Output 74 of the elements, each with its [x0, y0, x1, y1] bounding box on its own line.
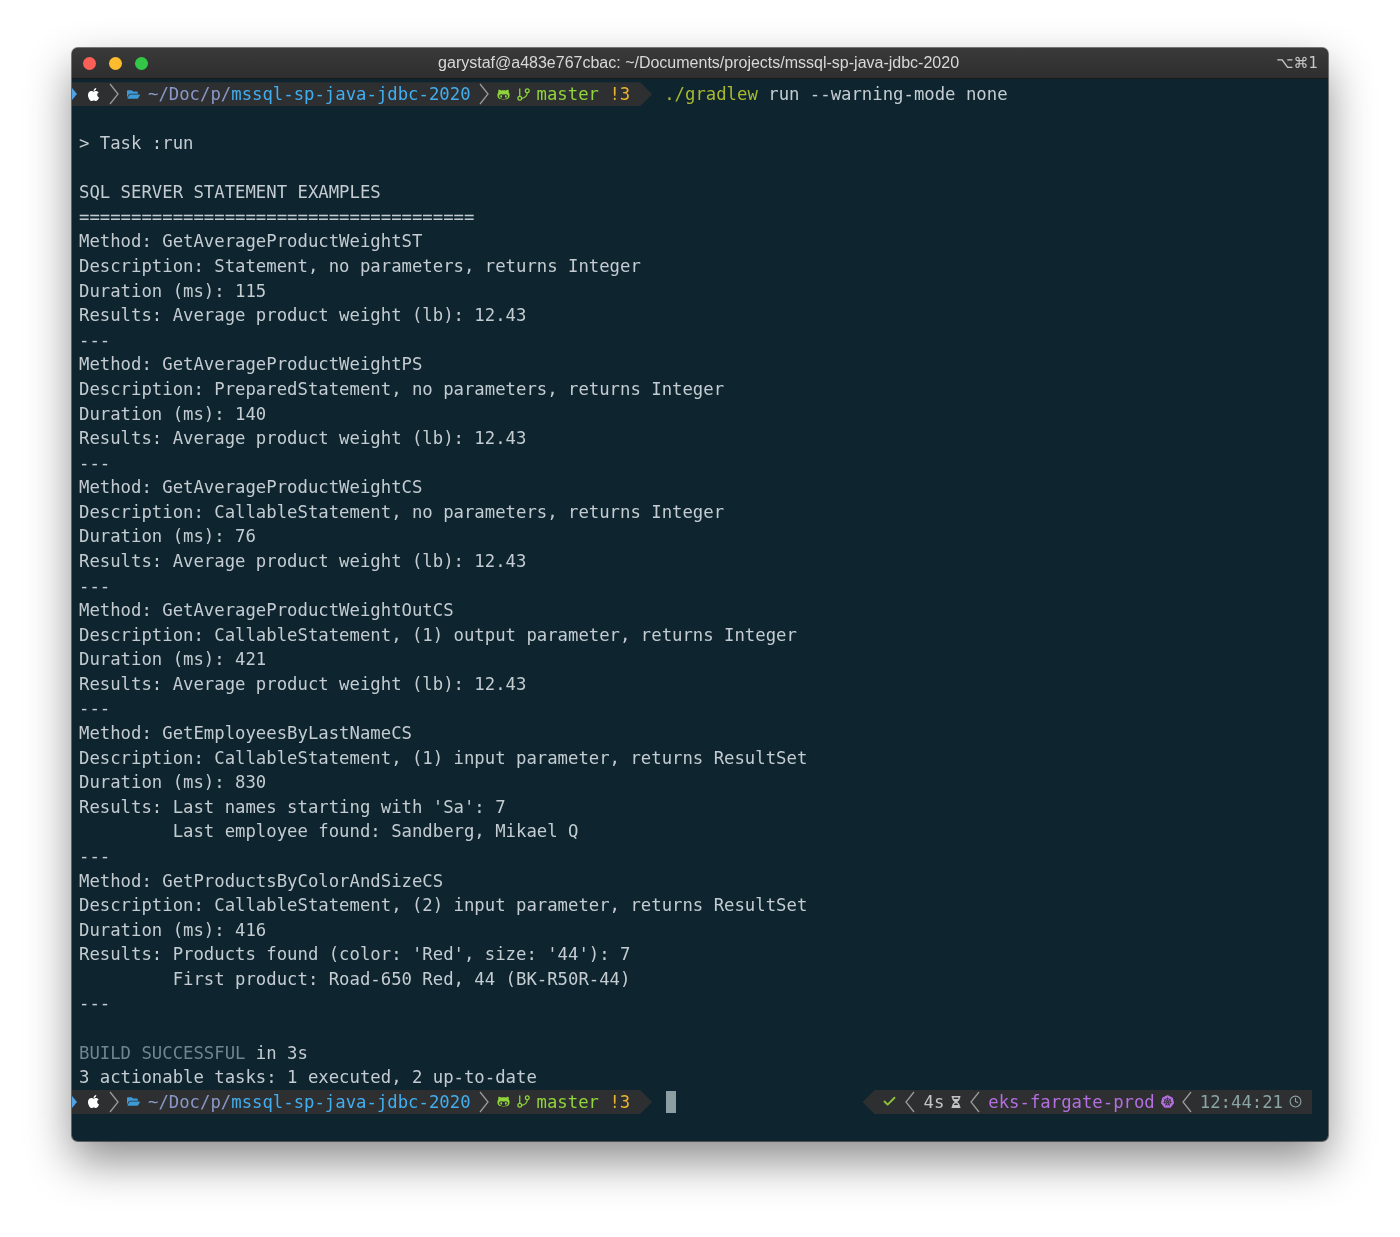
output-line: First product: Road-650 Red, 44 (BK-R50R-44)	[171, 967, 631, 991]
output-line: Last employee found: Sandberg, Mikael Q	[171, 820, 579, 844]
output-line: Results: Average product weight (lb): 12.43	[79, 427, 527, 451]
output-line: Method: GetAverageProductWeightPS	[79, 353, 423, 377]
output-line: Description: CallableStatement, no parameters, returns Integer	[79, 500, 725, 524]
output-line: > Task :run	[79, 132, 194, 156]
wheel-icon	[1160, 1095, 1174, 1109]
apple-icon	[86, 86, 101, 102]
output-line: ---	[79, 992, 111, 1016]
git-status: !3	[609, 1090, 631, 1114]
command-duration: 4s	[923, 1090, 945, 1114]
output-line: ---	[79, 697, 111, 721]
git-branch: master	[536, 1090, 599, 1114]
minimize-button[interactable]	[109, 56, 122, 70]
output-line: Method: GetAverageProductWeightOutCS	[79, 599, 454, 623]
branch-icon	[515, 1094, 531, 1110]
output-line: Description: CallableStatement, (1) input parameter, returns ResultSet	[79, 746, 808, 770]
output-line: SQL SERVER STATEMENT EXAMPLES	[79, 181, 381, 205]
output-line: ---	[79, 328, 111, 352]
zoom-button[interactable]	[135, 56, 148, 70]
clock-icon	[1289, 1095, 1302, 1109]
chevron-separator-icon	[1181, 1091, 1192, 1113]
output-line: Duration (ms): 115	[79, 279, 267, 303]
command-program: ./gradlew	[664, 83, 758, 106]
output-line: Duration (ms): 830	[79, 771, 267, 795]
chevron-separator-icon	[478, 1091, 489, 1113]
output-line: ======================================	[79, 205, 475, 229]
output-line: Method: GetAverageProductWeightST	[79, 230, 423, 254]
output-line: Duration (ms): 416	[79, 918, 267, 942]
clock-time: 12:44:21	[1199, 1090, 1283, 1114]
hourglass-icon	[950, 1096, 963, 1108]
apple-icon	[86, 1094, 101, 1110]
output-line: Results: Average product weight (lb): 12.43	[79, 304, 527, 328]
window-title: garystaf@a483e767cbac: ~/Documents/projects/mssql-sp-java-jdbc-2020	[437, 54, 961, 72]
path-prefix: ~/Doc/p/	[148, 83, 232, 106]
output-line: Results: Last names starting with 'Sa': 7	[79, 795, 506, 819]
chevron-separator-icon	[905, 1091, 916, 1113]
output-line: ---	[79, 574, 111, 598]
git-status: !3	[609, 83, 631, 106]
git-branch: master	[536, 83, 599, 106]
path-prefix: ~/Doc/p/	[148, 1090, 232, 1114]
output-line: Description: Statement, no parameters, returns Integer	[79, 255, 641, 279]
output-line: Results: Average product weight (lb): 12.43	[79, 672, 527, 696]
directory-name: mssql-sp-java-jdbc-2020	[231, 1090, 471, 1114]
output-line: ---	[79, 844, 111, 868]
folder-icon	[127, 1095, 140, 1109]
cat-icon	[496, 87, 510, 101]
output-line: Method: GetProductsByColorAndSizeCS	[79, 869, 444, 893]
output-line: ---	[79, 451, 111, 475]
chevron-separator-icon	[109, 83, 119, 106]
chevron-separator-icon	[970, 1091, 981, 1113]
folder-icon	[127, 87, 140, 101]
command-arguments: run --warning-mode none	[768, 83, 1008, 106]
kube-context: eks-fargate-prod	[988, 1090, 1155, 1114]
output-line: Duration (ms): 421	[79, 648, 267, 672]
cat-icon	[496, 1095, 510, 1109]
close-button[interactable]	[83, 56, 96, 70]
output-line: Method: GetEmployeesByLastNameCS	[79, 722, 412, 746]
output-line: Results: Products found (color: 'Red', size: '44'): 7	[79, 943, 631, 967]
output-line: Description: CallableStatement, (1) output parameter, returns Integer	[79, 623, 797, 647]
chevron-separator-icon	[109, 1091, 119, 1113]
output-line: Method: GetAverageProductWeightCS	[79, 476, 423, 500]
directory-name: mssql-sp-java-jdbc-2020	[231, 83, 471, 106]
output-line: 3 actionable tasks: 1 executed, 2 up-to-date	[79, 1066, 537, 1090]
output-line: Results: Average product weight (lb): 12.43	[79, 550, 527, 573]
chevron-separator-icon	[478, 83, 489, 106]
output-line: Duration (ms): 140	[79, 402, 267, 426]
build-status: BUILD SUCCESSFUL	[79, 1041, 246, 1065]
output-line: Duration (ms): 76	[79, 525, 256, 549]
output-line: Description: PreparedStatement, no parameters, returns Integer	[79, 377, 725, 401]
window-shortcut: ⌥⌘1	[1276, 54, 1318, 72]
output-line: Description: CallableStatement, (2) input parameter, returns ResultSet	[79, 894, 808, 918]
build-time: in 3s	[254, 1041, 308, 1065]
branch-icon	[515, 86, 531, 102]
